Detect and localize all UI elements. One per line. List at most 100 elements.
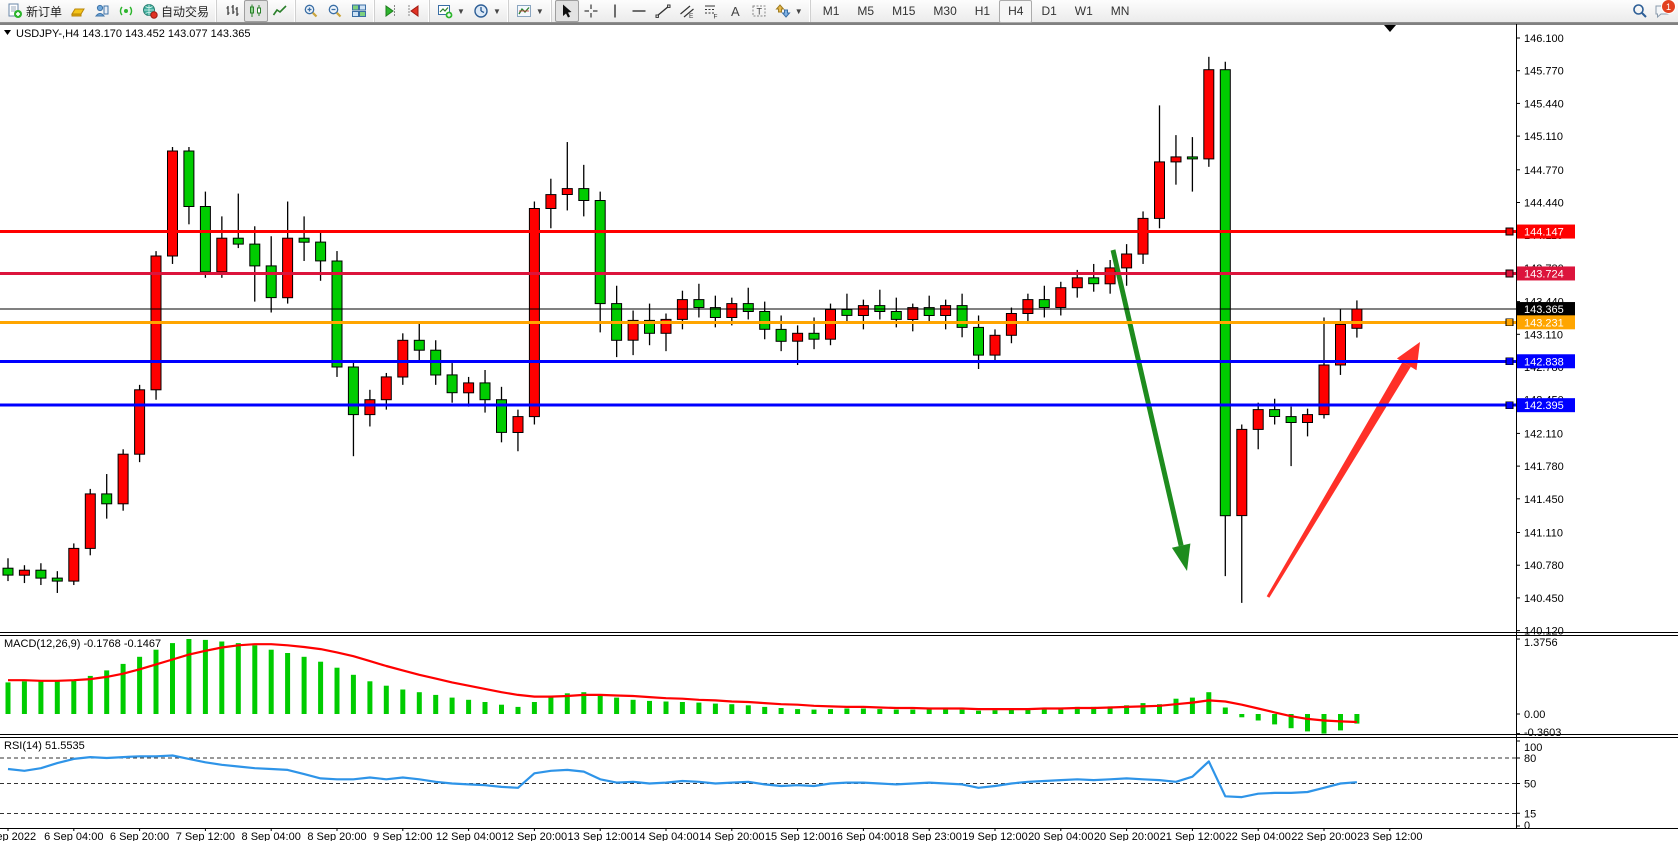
candlestick-chart-icon [248,3,264,19]
svg-text:14 Sep 20:00: 14 Sep 20:00 [699,831,764,841]
svg-text:141.780: 141.780 [1524,461,1564,473]
line-chart-icon [272,3,288,19]
timeframe-w1-button[interactable]: W1 [1066,0,1102,23]
zoom-out-button[interactable] [323,0,347,22]
svg-text:141.450: 141.450 [1524,494,1564,506]
zoom-in-button[interactable] [299,0,323,22]
svg-text:A: A [731,4,740,19]
timeframe-h4-button[interactable]: H4 [999,0,1032,23]
search-icon[interactable] [1632,3,1648,19]
svg-text:145.770: 145.770 [1524,66,1564,78]
svg-text:22 Sep 04:00: 22 Sep 04:00 [1225,831,1290,841]
gold-icon [70,3,86,19]
svg-text:142.110: 142.110 [1524,428,1563,440]
svg-text:19 Sep 12:00: 19 Sep 12:00 [962,831,1027,841]
depth-of-market-button[interactable] [90,0,114,22]
timeframe-d1-button[interactable]: D1 [1032,0,1065,23]
svg-text:5 Sep 2022: 5 Sep 2022 [0,831,36,841]
signal-icon [118,3,134,19]
horizontal-line-button[interactable] [627,0,651,22]
svg-text:13 Sep 12:00: 13 Sep 12:00 [567,831,632,841]
line-chart-button[interactable] [268,0,292,22]
new-order-label: 新订单 [26,3,62,20]
svg-text:21 Sep 12:00: 21 Sep 12:00 [1160,831,1225,841]
channel-button[interactable]: E [675,0,699,22]
gold-button[interactable] [66,0,90,22]
chart-canvas[interactable]: 146.100145.770145.440145.110144.770144.4… [0,0,1678,841]
chevron-down-icon: ▼ [536,7,544,16]
svg-text:140.120: 140.120 [1524,626,1564,638]
svg-text:8 Sep 20:00: 8 Sep 20:00 [307,831,366,841]
vertical-line-button[interactable] [603,0,627,22]
svg-text:6 Sep 20:00: 6 Sep 20:00 [110,831,169,841]
timeframe-m30-button[interactable]: M30 [924,0,965,23]
bar-chart-button[interactable] [220,0,244,22]
auto-scroll-icon [406,3,422,19]
svg-text:6 Sep 04:00: 6 Sep 04:00 [44,831,103,841]
new-order-icon [7,3,23,19]
label-button[interactable]: T [747,0,771,22]
fibonacci-icon: F [703,3,719,19]
shapes-button[interactable]: ▼ [771,0,807,22]
svg-text:20 Sep 20:00: 20 Sep 20:00 [1094,831,1159,841]
svg-text:T: T [756,7,762,17]
svg-text:12 Sep 04:00: 12 Sep 04:00 [436,831,501,841]
auto-trading-label: 自动交易 [161,3,209,20]
indicators-button[interactable]: ▼ [512,0,548,22]
timeframe-m1-button[interactable]: M1 [814,0,849,23]
svg-text:8 Sep 04:00: 8 Sep 04:00 [242,831,301,841]
mt4-window: 新订单自动交易▼▼▼EFAT▼M1M5M15M30H1H4D1W1MN1 146… [0,0,1678,841]
svg-text:143.365: 143.365 [1524,304,1564,316]
svg-text:143.231: 143.231 [1524,317,1564,329]
svg-text:1.3756: 1.3756 [1524,637,1558,649]
new-chart-icon [437,3,453,19]
timeframe-h1-button[interactable]: H1 [966,0,999,23]
toolbar-group [216,0,295,22]
svg-text:23 Sep 12:00: 23 Sep 12:00 [1357,831,1422,841]
svg-text:140.780: 140.780 [1524,560,1564,572]
notification-badge: 1 [1661,0,1676,14]
depth-of-market-icon [94,3,110,19]
toolbar: 新订单 自动交易 ▼ ▼ ▼ E FA T ▼ M1M5M15M30H1H4D1W1MN 1 [0,0,1678,23]
chevron-down-icon: ▼ [493,7,501,16]
timeframe-mn-button[interactable]: MN [1102,0,1139,23]
svg-text:142.838: 142.838 [1524,356,1564,368]
candlestick-chart-button[interactable] [244,0,268,22]
svg-text:80: 80 [1524,753,1536,765]
indicators-icon [516,3,532,19]
trendline-button[interactable] [651,0,675,22]
period-clock-button[interactable]: ▼ [469,0,505,22]
svg-text:E: E [689,13,694,19]
zoom-in-icon [303,3,319,19]
timeframe-group: M1M5M15M30H1H4D1W1MN [810,0,1142,22]
timeframe-m5-button[interactable]: M5 [848,0,883,23]
label-icon: T [751,3,767,19]
fibonacci-button[interactable]: F [699,0,723,22]
svg-text:7 Sep 12:00: 7 Sep 12:00 [176,831,235,841]
toolbar-group [374,0,429,22]
text-button[interactable]: A [723,0,747,22]
new-chart-button[interactable]: ▼ [433,0,469,22]
toolbar-right: 1 [1632,3,1678,19]
shapes-icon [775,3,791,19]
auto-scroll-button[interactable] [402,0,426,22]
svg-text:140.450: 140.450 [1524,593,1564,605]
auto-trading-button[interactable]: 自动交易 [138,0,213,22]
tile-windows-button[interactable] [347,0,371,22]
zoom-out-icon [327,3,343,19]
toolbar-group: 新订单 自动交易 [0,0,216,22]
signal-button[interactable] [114,0,138,22]
toolbar-group [295,0,374,22]
new-order-button[interactable]: 新订单 [3,0,66,22]
crosshair-button[interactable] [579,0,603,22]
bar-chart-icon [224,3,240,19]
svg-text:9 Sep 12:00: 9 Sep 12:00 [373,831,432,841]
cursor-button[interactable] [555,0,579,22]
svg-text:144.770: 144.770 [1524,165,1564,177]
chart-shift-button[interactable] [378,0,402,22]
timeframe-m15-button[interactable]: M15 [883,0,924,23]
chat-button[interactable]: 1 [1654,3,1670,19]
tile-windows-icon [351,3,367,19]
chevron-down-icon: ▼ [795,7,803,16]
svg-text:12 Sep 20:00: 12 Sep 20:00 [502,831,567,841]
